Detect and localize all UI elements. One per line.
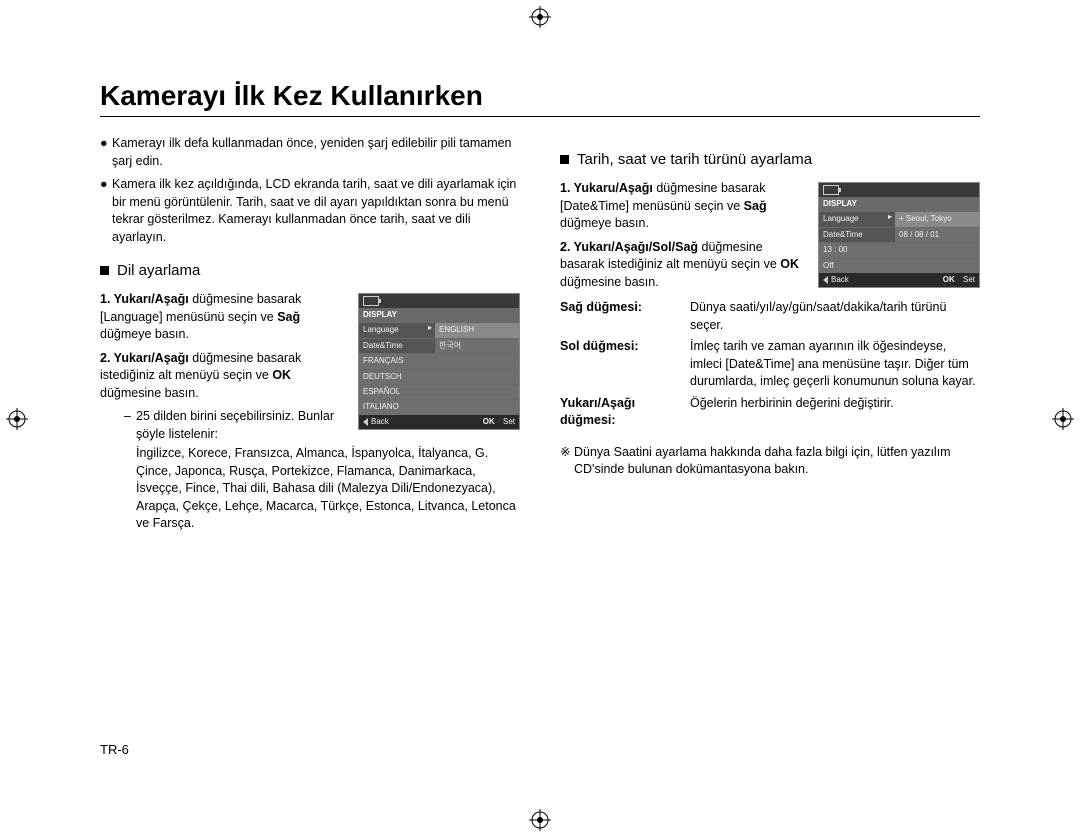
intro-bullet-text: Kamera ilk kez açıldığında, LCD ekranda … [112, 176, 520, 246]
lcd-list-item: ESPAÑOL [359, 384, 519, 399]
step-label: 2. Yukarı/Aşağı [100, 351, 189, 365]
step-tail: düğmesine basın. [100, 386, 199, 400]
lcd-row-key: Date&Time [819, 228, 885, 242]
lcd-row-key: Date&Time [359, 339, 425, 353]
lcd-row-value: ENGLISH [435, 323, 519, 337]
step-bold: OK [780, 257, 799, 271]
page-title: Kamerayı İlk Kez Kullanırken [100, 80, 980, 117]
page-content: Kamerayı İlk Kez Kullanırken ● Kamerayı … [100, 80, 980, 757]
section-heading-language: Dil ayarlama [100, 260, 520, 281]
back-arrow-icon [823, 276, 828, 284]
section-heading-label: Tarih, saat ve tarih türünü ayarlama [577, 149, 812, 170]
lcd-tab: DISPLAY [819, 197, 979, 211]
step-label: 1. Yukarı/Aşağı [100, 292, 189, 306]
registration-mark-icon [6, 408, 28, 430]
lcd-footer-set: Set [963, 275, 975, 285]
section-heading-datetime: Tarih, saat ve tarih türünü ayarlama [560, 149, 980, 170]
step-label: 1. Yukaru/Aşağı [560, 181, 653, 195]
left-column: ● Kamerayı ilk defa kullanmadan önce, ye… [100, 135, 520, 539]
def-key: Sağ düğmesi: [560, 299, 690, 334]
asterisk-icon: ※ [560, 444, 574, 479]
lcd-list-item: DEUTSCH [359, 369, 519, 384]
step-bold: Sağ [744, 199, 767, 213]
lcd-footer-ok: OK [483, 417, 495, 427]
right-column: Tarih, saat ve tarih türünü ayarlama DIS… [560, 135, 980, 539]
registration-mark-icon [1052, 408, 1074, 430]
section-heading-label: Dil ayarlama [117, 260, 200, 281]
def-value: Dünya saati/yıl/ay/gün/saat/dakika/tarih… [690, 299, 980, 334]
step-bold: OK [272, 368, 291, 382]
intro-bullet: ● Kamerayı ilk defa kullanmadan önce, ye… [100, 135, 520, 170]
intro-bullet-text: Kamerayı ilk defa kullanmadan önce, yeni… [112, 135, 520, 170]
back-arrow-icon [363, 418, 368, 426]
square-bullet-icon [100, 266, 109, 275]
lcd-row-value: 한국어 [435, 339, 519, 353]
lcd-mock-datetime: DISPLAY Language▸+ Seoul, Tokyo Date&Tim… [818, 182, 980, 288]
button-definitions: Sağ düğmesi:Dünya saati/yıl/ay/gün/saat/… [560, 299, 980, 430]
lcd-footer-back: Back [831, 275, 849, 285]
def-key: Sol düğmesi: [560, 338, 690, 391]
def-value: Öğelerin herbirinin değerini değiştirir. [690, 395, 980, 430]
language-list: İngilizce, Korece, Fransızca, Almanca, İ… [136, 445, 520, 533]
step-tail: düğmesine basın. [560, 275, 659, 289]
battery-icon [363, 296, 379, 306]
lcd-footer-set: Set [503, 417, 515, 427]
page-number: TR-6 [100, 742, 129, 757]
lcd-row-value: 08 / 08 / 01 [895, 228, 979, 242]
language-note-lead: 25 dilden birini seçebilirsiniz. Bunlar … [136, 408, 348, 443]
step-label: 2. Yukarı/Aşağı/Sol/Sağ [560, 240, 698, 254]
footnote: ※ Dünya Saatini ayarlama hakkında daha f… [560, 444, 980, 479]
lcd-row-key: Language [819, 212, 885, 226]
lcd-row-key: Language [359, 323, 425, 337]
lcd-row-value: + Seoul, Tokyo [895, 212, 979, 226]
registration-mark-icon [529, 809, 551, 831]
lcd-list-item: 13 : 00 [819, 242, 979, 257]
lcd-list-item: Off [819, 258, 979, 273]
square-bullet-icon [560, 155, 569, 164]
lcd-footer-back: Back [371, 417, 389, 427]
intro-bullet: ● Kamera ilk kez açıldığında, LCD ekrand… [100, 176, 520, 246]
step-tail: düğmeye basın. [560, 216, 649, 230]
step-bold: Sağ [277, 310, 300, 324]
lcd-footer-ok: OK [943, 275, 955, 285]
lcd-mock-language: DISPLAY Language▸ENGLISH Date&Time한국어 FR… [358, 293, 520, 430]
lcd-list-item: FRANÇAIS [359, 353, 519, 368]
registration-mark-icon [529, 6, 551, 28]
bullet-icon: ● [100, 135, 112, 170]
def-key: Yukarı/Aşağı düğmesi: [560, 395, 690, 430]
step-tail: düğmeye basın. [100, 327, 189, 341]
footnote-text: Dünya Saatini ayarlama hakkında daha faz… [574, 444, 980, 479]
bullet-icon: ● [100, 176, 112, 246]
lcd-list-item: ITALIANO [359, 399, 519, 414]
lcd-tab: DISPLAY [359, 308, 519, 322]
battery-icon [823, 185, 839, 195]
def-value: İmleç tarih ve zaman ayarının ilk öğesin… [690, 338, 980, 391]
